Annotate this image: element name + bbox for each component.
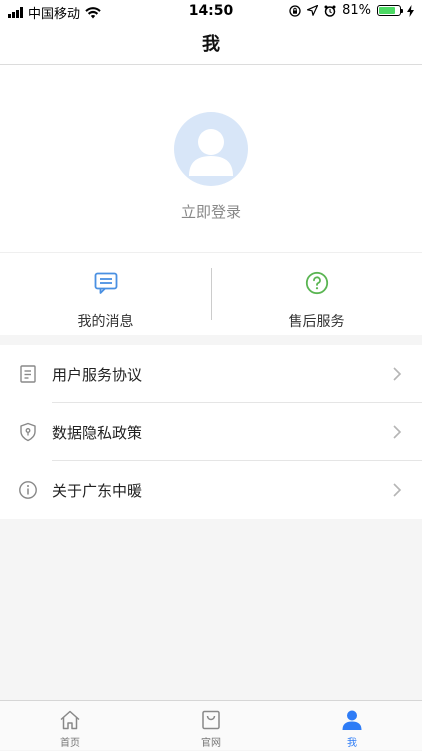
my-messages-button[interactable]: 我的消息 <box>0 253 211 336</box>
battery-percent: 81% <box>342 3 371 18</box>
menu-item-user-agreement[interactable]: 用户服务协议 <box>0 345 422 403</box>
chevron-right-icon <box>393 483 402 497</box>
my-messages-label: 我的消息 <box>77 314 134 330</box>
menu-item-label: 数据隐私政策 <box>52 423 143 442</box>
home-icon <box>60 710 80 730</box>
tab-home[interactable]: 首页 <box>0 701 140 751</box>
message-icon <box>94 272 117 294</box>
nav-bar: 我 <box>0 22 422 65</box>
alarm-icon <box>324 5 336 17</box>
menu-item-label: 关于广东中暖 <box>52 481 143 500</box>
status-bar: 中国移动 14:50 81% <box>0 0 422 22</box>
battery-fill <box>379 7 396 14</box>
tab-label: 首页 <box>60 738 80 749</box>
after-sales-button[interactable]: 售后服务 <box>211 253 422 336</box>
user-icon <box>342 710 362 730</box>
info-circle-icon <box>19 481 37 499</box>
profile-section: 立即登录 <box>0 65 422 252</box>
battery-icon <box>377 5 403 16</box>
chevron-right-icon <box>393 425 402 439</box>
question-circle-icon <box>305 271 328 295</box>
after-sales-label: 售后服务 <box>288 314 345 330</box>
quick-actions: 我的消息 售后服务 <box>0 252 422 335</box>
shop-bag-icon <box>202 710 220 730</box>
screen-lock-icon <box>289 4 301 17</box>
menu-item-privacy-policy[interactable]: 数据隐私政策 <box>0 403 422 461</box>
tab-label: 我 <box>347 738 357 749</box>
shield-icon <box>20 422 36 442</box>
settings-menu: 用户服务协议 数据隐私政策 关于广东中暖 <box>0 345 422 519</box>
menu-item-label: 用户服务协议 <box>52 365 143 384</box>
document-icon <box>20 365 36 383</box>
tab-bar: 首页 官网 我 <box>0 700 422 750</box>
status-right: 81% <box>289 3 414 18</box>
menu-item-about[interactable]: 关于广东中暖 <box>0 461 422 519</box>
default-avatar-icon[interactable] <box>174 112 248 186</box>
tab-official-site[interactable]: 官网 <box>141 701 281 751</box>
page-title: 我 <box>202 34 220 55</box>
tab-me[interactable]: 我 <box>282 701 422 751</box>
location-icon <box>307 5 319 16</box>
tab-label: 官网 <box>201 738 221 749</box>
chevron-right-icon <box>393 367 402 381</box>
login-link[interactable]: 立即登录 <box>0 201 422 222</box>
charging-icon <box>407 4 414 17</box>
